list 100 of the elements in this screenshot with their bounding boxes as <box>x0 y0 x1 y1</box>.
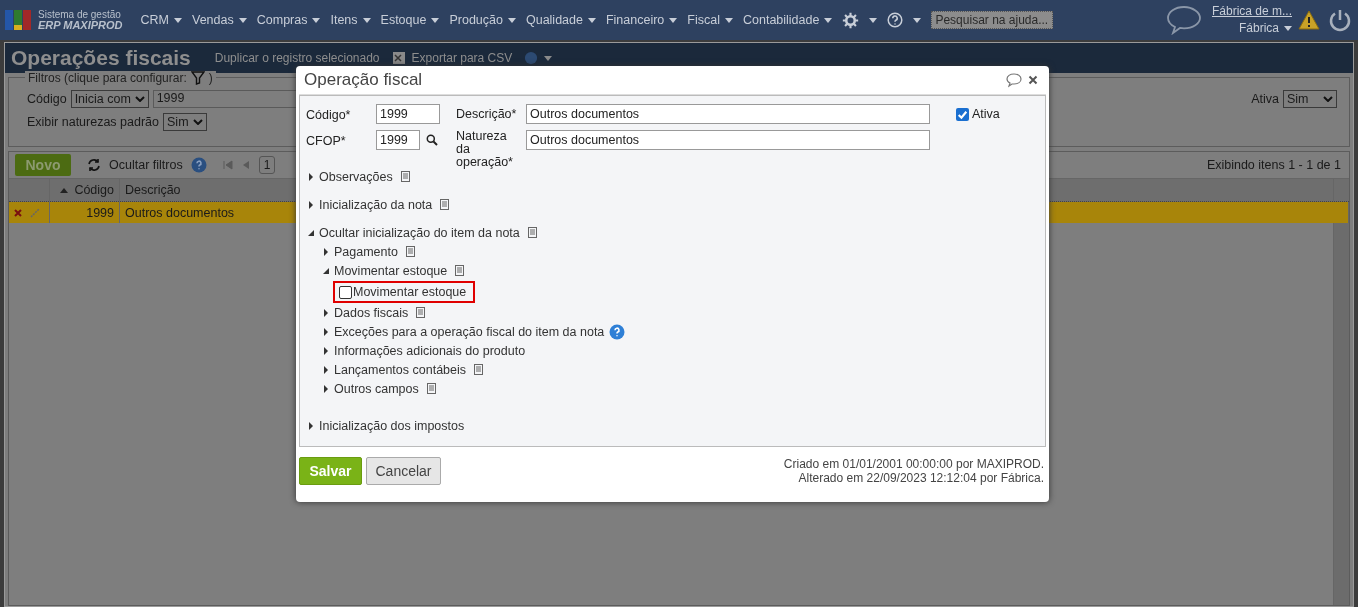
menu-item[interactable]: Fiscal <box>687 13 733 27</box>
dialog-title: Operação fiscal <box>304 70 423 90</box>
cfop-field[interactable]: 1999 <box>376 130 420 150</box>
document-icon[interactable] <box>455 265 465 276</box>
app-subtitle: Sistema de gestão <box>38 9 121 20</box>
chevron-icon <box>1323 96 1333 102</box>
collapse-triangle-icon[interactable] <box>308 228 314 237</box>
caret-icon <box>238 17 247 23</box>
section-toggle[interactable]: Pagamento <box>334 244 398 259</box>
section-toggle[interactable]: Inicialização dos impostos <box>319 418 465 433</box>
field-label: Ativa <box>1251 92 1279 106</box>
expand-triangle-icon[interactable] <box>323 384 329 393</box>
changed-info: Alterado em 22/09/2023 12:12:04 por Fábrica. <box>798 471 1044 485</box>
settings-icon[interactable] <box>842 11 860 29</box>
help-search-field[interactable]: Pesquisar na ajuda... <box>931 11 1054 29</box>
menu-item[interactable]: Vendas <box>192 13 247 27</box>
caret-icon[interactable] <box>869 17 878 23</box>
field-label: CFOP* <box>306 133 347 148</box>
expand-triangle-icon[interactable] <box>323 365 329 374</box>
menu-item[interactable]: Itens <box>330 13 371 27</box>
description-field[interactable]: Outros documentos <box>526 104 930 124</box>
section-toggle[interactable]: Outros campos <box>334 381 419 396</box>
item-count: Exibindo itens 1 - 1 de 1 <box>1206 158 1341 172</box>
caret-icon[interactable] <box>913 17 922 23</box>
caret-icon <box>669 17 678 23</box>
document-icon[interactable] <box>440 199 450 210</box>
checkbox-label: Ativa <box>972 107 1000 121</box>
user-name-link[interactable]: Fábrica de m... <box>1211 3 1292 20</box>
document-icon[interactable] <box>400 171 410 182</box>
section-toggle[interactable]: Dados fiscais <box>334 305 409 320</box>
caret-icon <box>725 17 733 23</box>
section-toggle[interactable]: Informações adicionais do produto <box>334 343 526 358</box>
expand-triangle-icon[interactable] <box>308 172 314 181</box>
hide-filters-button[interactable]: Ocultar filtros <box>109 158 183 172</box>
duplicate-link[interactable]: Duplicar o registro selecionado <box>214 51 380 65</box>
active-select[interactable]: Sim <box>1283 90 1337 108</box>
active-checkbox[interactable] <box>956 107 969 121</box>
menu-item[interactable]: Qualidade <box>525 13 596 27</box>
close-icon[interactable] <box>1028 75 1038 85</box>
caret-icon <box>1284 26 1292 31</box>
warning-icon[interactable] <box>1298 10 1320 30</box>
filter-legend[interactable]: Filtros (clique para configurar: <box>28 71 187 85</box>
document-icon[interactable] <box>405 246 415 257</box>
section-toggle[interactable]: Ocultar inicialização do item da nota <box>319 225 520 240</box>
caret-icon <box>507 17 516 23</box>
chevron-icon <box>193 119 204 125</box>
section-toggle[interactable]: Observações <box>319 169 393 184</box>
caret-icon <box>312 17 321 23</box>
section-toggle[interactable]: Movimentar estoque <box>334 263 448 278</box>
field-label: Descrição* <box>456 106 518 121</box>
export-csv-link[interactable]: Exportar para CSV <box>411 51 513 65</box>
spreadsheet-icon <box>391 51 406 65</box>
filter-icon[interactable] <box>190 71 205 85</box>
caret-icon[interactable] <box>544 55 553 61</box>
nature-field[interactable]: Outros documentos <box>526 130 930 150</box>
document-icon[interactable] <box>474 364 484 375</box>
caret-icon <box>362 17 371 23</box>
code-field[interactable]: 1999 <box>376 104 440 124</box>
expand-triangle-icon[interactable] <box>323 308 329 317</box>
menu-item[interactable]: Produção <box>449 13 516 27</box>
expand-triangle-icon[interactable] <box>323 346 329 355</box>
power-icon[interactable] <box>1328 8 1352 32</box>
created-info: Criado em 01/01/2001 00:00:00 por MAXIPROD. <box>783 457 1044 471</box>
field-label: Exibir naturezas padrão <box>27 115 160 129</box>
field-label: Código* <box>306 107 352 122</box>
menu-item[interactable]: Financeiro <box>605 13 678 27</box>
expand-triangle-icon[interactable] <box>323 327 329 336</box>
operator-select[interactable]: Inicia com <box>70 90 149 108</box>
chat-bubble-icon[interactable] <box>1165 5 1202 35</box>
document-icon[interactable] <box>416 307 426 318</box>
document-icon[interactable] <box>426 383 436 394</box>
scrollbar[interactable] <box>1333 223 1349 605</box>
checkbox-label: Movimentar estoque <box>353 285 467 299</box>
column-header[interactable]: Código <box>50 179 120 201</box>
search-icon[interactable] <box>426 134 438 146</box>
refresh-icon[interactable] <box>87 158 101 172</box>
caret-icon <box>587 17 596 23</box>
collapse-triangle-icon[interactable] <box>323 266 329 275</box>
menu-item[interactable]: Compras <box>256 13 321 27</box>
menu-item[interactable]: Estoque <box>380 13 440 27</box>
document-icon[interactable] <box>527 227 537 238</box>
expand-triangle-icon[interactable] <box>308 421 314 430</box>
menu-item[interactable]: Contabilidade <box>743 13 833 27</box>
company-selector[interactable]: Fábrica <box>1239 20 1292 37</box>
section-toggle[interactable]: Exceções para a operação fiscal do item da nota <box>334 324 605 339</box>
section-toggle[interactable]: Lançamentos contábeis <box>334 362 467 377</box>
caret-icon <box>824 17 833 23</box>
default-natures-select[interactable]: Sim <box>163 113 208 131</box>
expand-triangle-icon[interactable] <box>308 200 314 209</box>
cancel-button[interactable]: Cancelar <box>366 457 441 485</box>
comment-icon[interactable] <box>1006 72 1022 88</box>
expand-triangle-icon[interactable] <box>323 247 329 256</box>
delete-icon[interactable] <box>14 208 22 217</box>
filter-legend-end: ) <box>208 71 213 85</box>
page-title: Operações fiscais <box>11 46 191 70</box>
page-number[interactable]: 1 <box>258 156 276 174</box>
stock-checkbox[interactable] <box>339 285 352 299</box>
field-label: Natureza da operação* <box>456 130 514 169</box>
menu-item[interactable]: CRM <box>140 13 182 27</box>
app-name: ERP MAXIPROD <box>38 20 123 31</box>
